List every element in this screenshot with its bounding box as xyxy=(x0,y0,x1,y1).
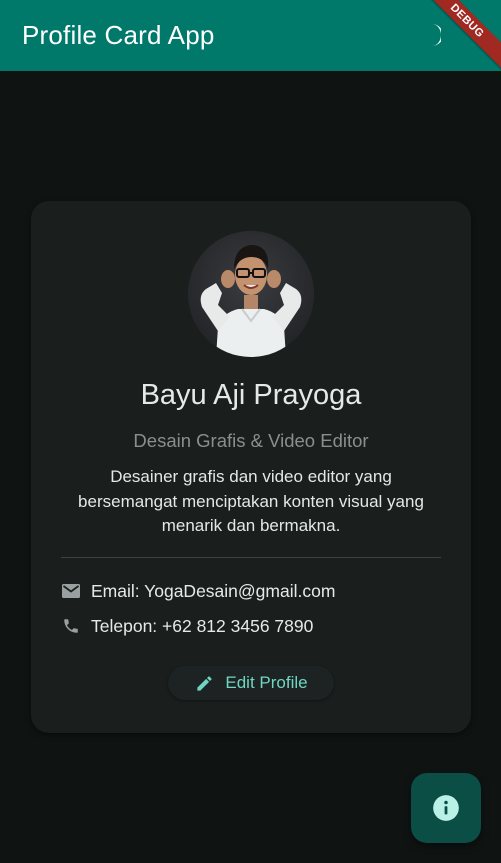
info-fab[interactable] xyxy=(411,773,481,843)
profile-role: Desain Grafis & Video Editor xyxy=(133,430,369,451)
phone-text: Telepon: +62 812 3456 7890 xyxy=(91,615,314,636)
profile-card: Bayu Aji Prayoga Desain Grafis & Video E… xyxy=(31,201,471,733)
email-text: Email: YogaDesain@gmail.com xyxy=(91,580,336,601)
phone-icon xyxy=(61,616,81,636)
mail-icon xyxy=(61,581,81,601)
edit-profile-button[interactable]: Edit Profile xyxy=(168,666,334,700)
app-bar: Profile Card App xyxy=(0,0,501,71)
email-row: Email: YogaDesain@gmail.com xyxy=(61,578,441,604)
profile-bio: Desainer grafis dan video editor yang be… xyxy=(78,467,424,535)
avatar-photo xyxy=(188,231,314,357)
info-icon xyxy=(433,795,459,821)
divider xyxy=(61,557,441,558)
phone-row: Telepon: +62 812 3456 7890 xyxy=(61,613,441,639)
profile-name: Bayu Aji Prayoga xyxy=(140,379,362,411)
theme-toggle-button[interactable] xyxy=(417,22,443,48)
app-screen: Profile Card App DEBUG Bayu Aji Prayoga … xyxy=(0,0,501,863)
avatar xyxy=(188,231,314,357)
app-title: Profile Card App xyxy=(22,20,215,50)
pencil-icon xyxy=(194,673,214,693)
moon-icon xyxy=(432,24,441,46)
edit-profile-label: Edit Profile xyxy=(225,673,308,692)
